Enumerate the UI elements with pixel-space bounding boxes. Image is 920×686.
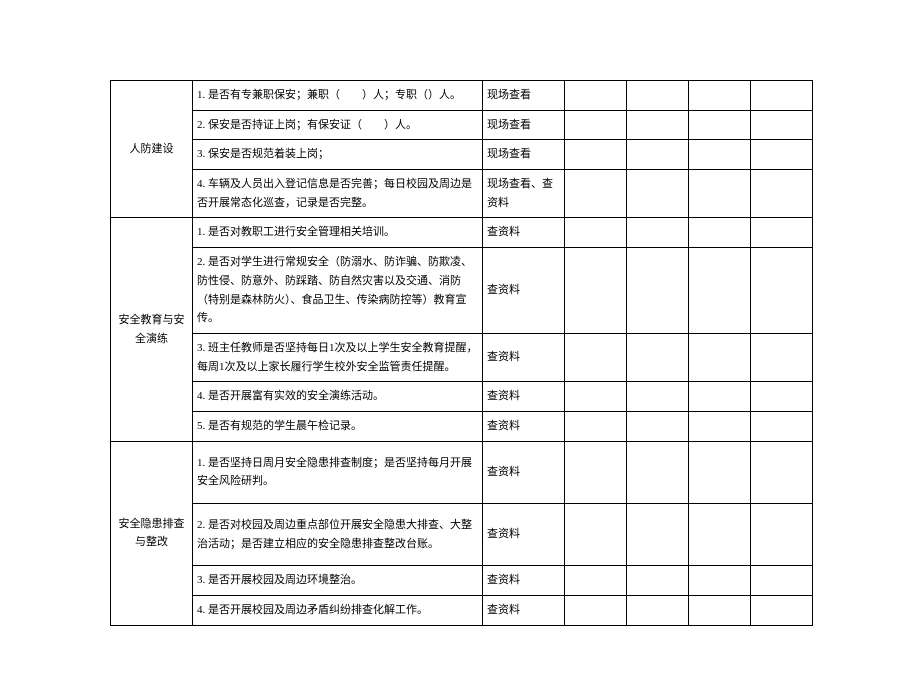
table-row: 3. 保安是否规范着装上岗； 现场查看 (111, 140, 813, 170)
blank-cell (627, 170, 689, 218)
table-row: 5. 是否有规范的学生晨午检记录。 查资料 (111, 411, 813, 441)
blank-cell (565, 218, 627, 248)
blank-cell (627, 110, 689, 140)
blank-cell (689, 218, 751, 248)
item-cell: 4. 是否开展富有实效的安全演练活动。 (193, 382, 483, 412)
blank-cell (751, 110, 813, 140)
method-cell: 查资料 (483, 411, 565, 441)
blank-cell (689, 504, 751, 566)
table-row: 4. 车辆及人员出入登记信息是否完善；每日校园及周边是否开展常态化巡查，记录是否… (111, 170, 813, 218)
blank-cell (627, 248, 689, 334)
table-row: 人防建设 1. 是否有专兼职保安；兼职（ ）人；专职（）人。 现场查看 (111, 81, 813, 111)
table-row: 3. 班主任教师是否坚持每日1次及以上学生安全教育提醒，每周1次及以上家长履行学… (111, 333, 813, 381)
item-cell: 3. 保安是否规范着装上岗； (193, 140, 483, 170)
blank-cell (689, 596, 751, 626)
item-cell: 3. 是否开展校园及周边环境整治。 (193, 566, 483, 596)
blank-cell (689, 81, 751, 111)
blank-cell (751, 218, 813, 248)
blank-cell (751, 140, 813, 170)
table-row: 安全教育与安全演练 1. 是否对教职工进行安全管理相关培训。 查资料 (111, 218, 813, 248)
item-cell: 4. 是否开展校园及周边矛盾纠纷排查化解工作。 (193, 596, 483, 626)
table-row: 2. 是否对学生进行常规安全（防溺水、防诈骗、防欺凌、防性侵、防意外、防踩踏、防… (111, 248, 813, 334)
method-cell: 查资料 (483, 382, 565, 412)
blank-cell (751, 596, 813, 626)
method-cell: 查资料 (483, 596, 565, 626)
blank-cell (565, 110, 627, 140)
category-cell: 安全隐患排查与整改 (111, 441, 193, 625)
blank-cell (565, 596, 627, 626)
blank-cell (751, 411, 813, 441)
item-cell: 1. 是否对教职工进行安全管理相关培训。 (193, 218, 483, 248)
blank-cell (565, 170, 627, 218)
method-cell: 查资料 (483, 218, 565, 248)
blank-cell (751, 566, 813, 596)
blank-cell (565, 140, 627, 170)
blank-cell (565, 411, 627, 441)
blank-cell (627, 441, 689, 503)
item-cell: 5. 是否有规范的学生晨午检记录。 (193, 411, 483, 441)
blank-cell (627, 596, 689, 626)
item-cell: 2. 保安是否持证上岗；有保安证（ ）人。 (193, 110, 483, 140)
method-cell: 查资料 (483, 504, 565, 566)
item-cell: 2. 是否对学生进行常规安全（防溺水、防诈骗、防欺凌、防性侵、防意外、防踩踏、防… (193, 248, 483, 334)
method-cell: 现场查看 (483, 81, 565, 111)
blank-cell (565, 441, 627, 503)
blank-cell (751, 333, 813, 381)
blank-cell (751, 81, 813, 111)
blank-cell (627, 81, 689, 111)
table-row: 4. 是否开展富有实效的安全演练活动。 查资料 (111, 382, 813, 412)
blank-cell (689, 170, 751, 218)
table-row: 安全隐患排查与整改 1. 是否坚持日周月安全隐患排查制度；是否坚持每月开展安全风… (111, 441, 813, 503)
item-cell: 1. 是否坚持日周月安全隐患排查制度；是否坚持每月开展安全风险研判。 (193, 441, 483, 503)
blank-cell (565, 382, 627, 412)
blank-cell (689, 333, 751, 381)
blank-cell (627, 411, 689, 441)
blank-cell (565, 566, 627, 596)
blank-cell (565, 81, 627, 111)
method-cell: 查资料 (483, 248, 565, 334)
table-row: 3. 是否开展校园及周边环境整治。 查资料 (111, 566, 813, 596)
method-cell: 现场查看 (483, 110, 565, 140)
blank-cell (751, 248, 813, 334)
blank-cell (627, 504, 689, 566)
item-cell: 3. 班主任教师是否坚持每日1次及以上学生安全教育提醒，每周1次及以上家长履行学… (193, 333, 483, 381)
method-cell: 查资料 (483, 441, 565, 503)
inspection-table: 人防建设 1. 是否有专兼职保安；兼职（ ）人；专职（）人。 现场查看 2. 保… (110, 80, 813, 626)
item-cell: 2. 是否对校园及周边重点部位开展安全隐患大排查、大整治活动；是否建立相应的安全… (193, 504, 483, 566)
blank-cell (751, 504, 813, 566)
table-row: 4. 是否开展校园及周边矛盾纠纷排查化解工作。 查资料 (111, 596, 813, 626)
category-cell: 安全教育与安全演练 (111, 218, 193, 441)
blank-cell (627, 382, 689, 412)
table-row: 2. 是否对校园及周边重点部位开展安全隐患大排查、大整治活动；是否建立相应的安全… (111, 504, 813, 566)
blank-cell (627, 566, 689, 596)
blank-cell (689, 248, 751, 334)
blank-cell (751, 441, 813, 503)
method-cell: 查资料 (483, 566, 565, 596)
blank-cell (627, 140, 689, 170)
blank-cell (627, 333, 689, 381)
blank-cell (565, 504, 627, 566)
blank-cell (627, 218, 689, 248)
blank-cell (689, 140, 751, 170)
blank-cell (751, 170, 813, 218)
blank-cell (565, 333, 627, 381)
item-cell: 4. 车辆及人员出入登记信息是否完善；每日校园及周边是否开展常态化巡查，记录是否… (193, 170, 483, 218)
method-cell: 查资料 (483, 333, 565, 381)
blank-cell (689, 566, 751, 596)
item-cell: 1. 是否有专兼职保安；兼职（ ）人；专职（）人。 (193, 81, 483, 111)
blank-cell (689, 110, 751, 140)
blank-cell (689, 441, 751, 503)
blank-cell (689, 411, 751, 441)
table-row: 2. 保安是否持证上岗；有保安证（ ）人。 现场查看 (111, 110, 813, 140)
method-cell: 现场查看、查资料 (483, 170, 565, 218)
blank-cell (751, 382, 813, 412)
blank-cell (565, 248, 627, 334)
method-cell: 现场查看 (483, 140, 565, 170)
category-cell: 人防建设 (111, 81, 193, 218)
blank-cell (689, 382, 751, 412)
